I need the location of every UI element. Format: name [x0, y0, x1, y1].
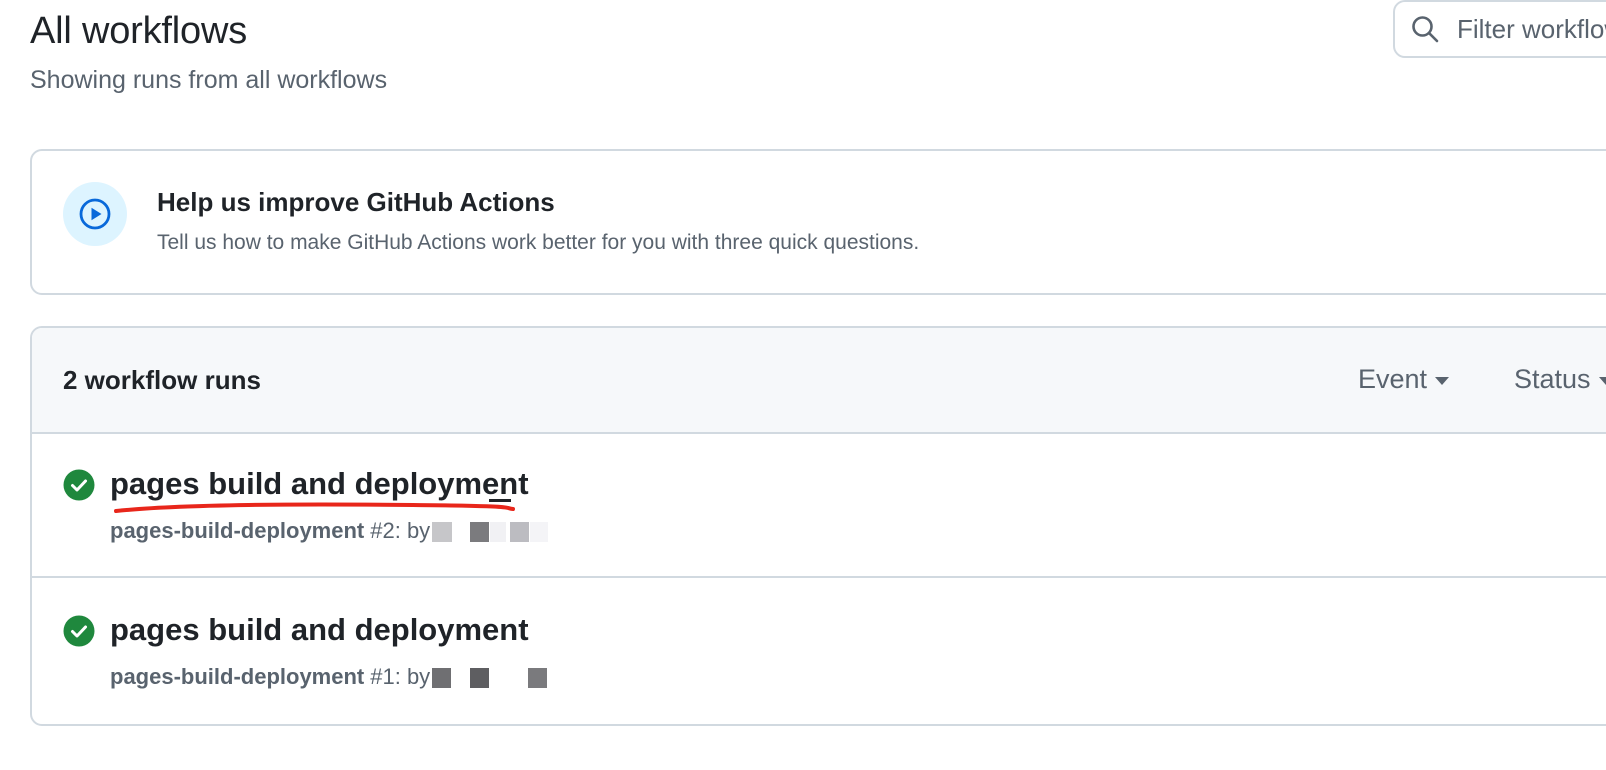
run-number-label: #1: by	[370, 664, 431, 689]
search-icon	[1412, 16, 1439, 43]
redacted-username	[432, 520, 550, 542]
workflow-run-meta: pages-build-deployment #2: by	[110, 518, 550, 544]
filter-workflow-runs-input[interactable]	[1457, 13, 1606, 45]
banner-title: Help us improve GitHub Actions	[157, 187, 555, 217]
play-icon	[79, 198, 111, 230]
banner-icon-circle	[63, 182, 127, 246]
status-filter-label: Status	[1514, 364, 1591, 394]
event-filter-dropdown[interactable]: Event	[1358, 364, 1450, 395]
workflow-runs-panel: 2 workflow runs Event Status pages build…	[30, 326, 1606, 726]
workflow-run-title-link[interactable]: pages build and deployment	[110, 466, 529, 502]
filter-workflow-runs-field[interactable]	[1393, 0, 1606, 58]
run-number-label: #2: by	[370, 518, 431, 543]
workflow-runs-header: 2 workflow runs Event Status	[32, 328, 1606, 434]
workflow-name: pages-build-deployment	[110, 518, 365, 543]
workflow-name: pages-build-deployment	[110, 664, 365, 689]
workflow-run-row[interactable]: pages build and deployment pages-build-d…	[32, 580, 1606, 724]
feedback-banner[interactable]: Help us improve GitHub Actions Tell us h…	[30, 149, 1606, 295]
chevron-down-icon	[1435, 376, 1450, 385]
check-circle-fill-icon	[63, 615, 95, 647]
workflow-runs-count: 2 workflow runs	[63, 365, 261, 395]
workflow-run-meta: pages-build-deployment #1: by	[110, 664, 550, 690]
workflow-run-row[interactable]: pages build and deployment pages-build-d…	[32, 434, 1606, 578]
workflow-run-title-link[interactable]: pages build and deployment	[110, 612, 529, 648]
chevron-down-icon	[1598, 376, 1606, 385]
page-title: All workflows	[30, 10, 247, 52]
check-circle-fill-icon	[63, 469, 95, 501]
event-filter-label: Event	[1358, 364, 1428, 394]
status-filter-dropdown[interactable]: Status	[1514, 364, 1606, 395]
banner-description: Tell us how to make GitHub Actions work …	[157, 231, 920, 254]
page-subtitle: Showing runs from all workflows	[30, 66, 388, 94]
redacted-username	[432, 666, 550, 688]
